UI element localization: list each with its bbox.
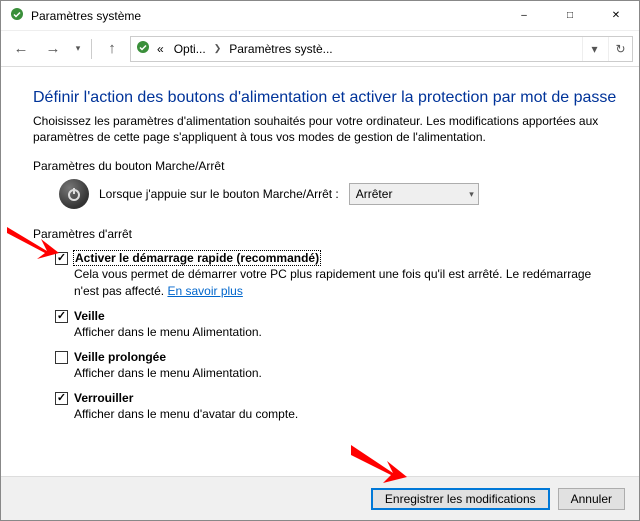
power-button-action-select[interactable]: Arrêter ▾	[349, 183, 479, 205]
shutdown-section-label: Paramètres d'arrêt	[33, 227, 617, 241]
breadcrumb-item[interactable]: Paramètres systè...	[225, 42, 336, 56]
page-heading: Définir l'action des boutons d'alimentat…	[33, 89, 617, 107]
power-button-row: Lorsque j'appuie sur le bouton Marche/Ar…	[59, 179, 607, 209]
up-button[interactable]: ↑	[98, 35, 126, 63]
checkbox-hibernate[interactable]	[55, 351, 68, 364]
checkbox-fast-startup[interactable]	[55, 252, 68, 265]
option-label[interactable]: Veille prolongée	[74, 350, 166, 364]
option-label[interactable]: Veille	[74, 309, 105, 323]
chevron-down-icon: ▾	[469, 189, 474, 200]
refresh-button[interactable]: ↻	[608, 37, 632, 61]
maximize-button[interactable]: □	[547, 1, 593, 31]
chevron-right-icon[interactable]: ❯	[212, 43, 224, 54]
power-button-label: Lorsque j'appuie sur le bouton Marche/Ar…	[99, 187, 339, 201]
power-options-icon	[135, 39, 151, 58]
titlebar: Paramètres système – □ ✕	[1, 1, 639, 31]
cancel-button[interactable]: Annuler	[558, 488, 625, 510]
power-icon	[59, 179, 89, 209]
option-lock: Verrouiller Afficher dans le menu d'avat…	[55, 391, 617, 422]
option-fast-startup: Activer le démarrage rapide (recommandé)…	[55, 251, 617, 298]
close-button[interactable]: ✕	[593, 1, 639, 31]
forward-button[interactable]: →	[39, 35, 67, 63]
address-dropdown[interactable]: ▾	[582, 37, 606, 61]
breadcrumb-item[interactable]: Opti...	[170, 42, 210, 56]
option-description: Afficher dans le menu Alimentation.	[74, 365, 617, 381]
checkbox-sleep[interactable]	[55, 310, 68, 323]
history-dropdown[interactable]: ▾	[71, 35, 85, 63]
option-description: Afficher dans le menu d'avatar du compte…	[74, 406, 617, 422]
content-area: Définir l'action des boutons d'alimentat…	[1, 67, 639, 442]
option-description: Cela vous permet de démarrer votre PC pl…	[74, 266, 617, 298]
page-intro: Choisissez les paramètres d'alimentation…	[33, 113, 607, 145]
option-label[interactable]: Verrouiller	[74, 391, 133, 405]
back-button[interactable]: ←	[7, 35, 35, 63]
window-title: Paramètres système	[31, 9, 501, 23]
checkbox-lock[interactable]	[55, 392, 68, 405]
option-label[interactable]: Activer le démarrage rapide (recommandé)	[74, 251, 320, 265]
select-value: Arrêter	[356, 187, 393, 201]
save-button[interactable]: Enregistrer les modifications	[371, 488, 550, 510]
power-options-icon	[9, 6, 25, 25]
minimize-button[interactable]: –	[501, 1, 547, 31]
navbar: ← → ▾ ↑ « Opti... ❯ Paramètres systè... …	[1, 31, 639, 67]
footer: Enregistrer les modifications Annuler	[1, 476, 639, 520]
address-bar[interactable]: « Opti... ❯ Paramètres systè... ▾ ↻	[130, 36, 633, 62]
breadcrumb-root[interactable]: «	[153, 42, 168, 56]
option-description: Afficher dans le menu Alimentation.	[74, 324, 617, 340]
learn-more-link[interactable]: En savoir plus	[167, 284, 242, 298]
option-sleep: Veille Afficher dans le menu Alimentatio…	[55, 309, 617, 340]
option-hibernate: Veille prolongée Afficher dans le menu A…	[55, 350, 617, 381]
power-button-section-label: Paramètres du bouton Marche/Arrêt	[33, 159, 617, 173]
